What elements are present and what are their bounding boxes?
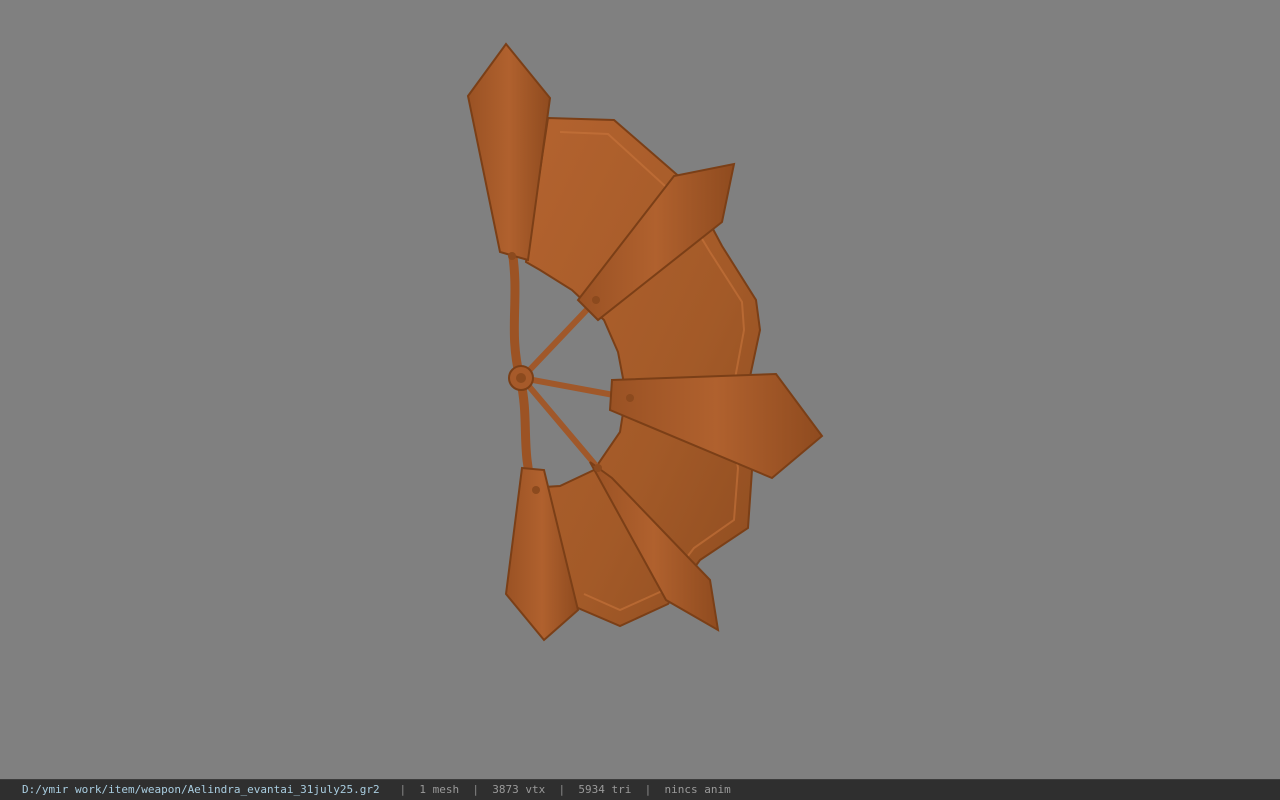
triangle-count-label: 5934 tri	[578, 783, 632, 796]
3d-viewport[interactable]	[0, 0, 1280, 779]
status-separator: |	[558, 783, 566, 796]
status-separator: |	[472, 783, 479, 796]
anim-status-label: nincs anim	[664, 783, 731, 796]
status-separator: |	[644, 783, 652, 796]
status-bar: D:/ymir work/item/weapon/Aelindra_evanta…	[0, 779, 1280, 800]
status-separator: |	[399, 783, 407, 796]
fan-weapon-model[interactable]	[0, 0, 1280, 779]
fan-pivot-center	[516, 373, 526, 383]
file-path-label: D:/ymir work/item/weapon/Aelindra_evanta…	[22, 783, 380, 796]
vertex-count-label: 3873 vtx	[492, 783, 546, 796]
mesh-count-label: 1 mesh	[419, 783, 460, 796]
